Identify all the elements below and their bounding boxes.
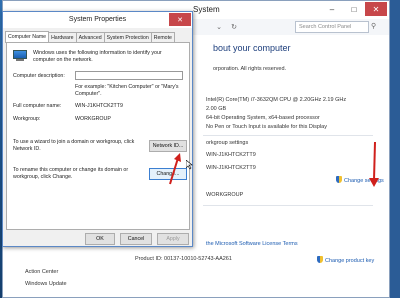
system-properties-dialog: System Properties ✕ Computer Name Hardwa…: [2, 11, 193, 247]
page-heading: bout your computer: [213, 43, 291, 53]
license-terms-link[interactable]: the Microsoft Software License Terms: [206, 241, 298, 247]
computer-name: WIN-J1KHTCK2TT9: [206, 152, 256, 158]
dialog-title: System Properties: [68, 16, 127, 23]
workgroup-name: WORKGROUP: [75, 116, 111, 122]
change-product-key-label: Change product key: [325, 258, 375, 264]
maximize-icon[interactable]: □: [343, 2, 365, 16]
nav-arrows: ⌄ ↻: [213, 21, 240, 33]
refresh-icon[interactable]: ↻: [228, 21, 240, 33]
shield-icon: [336, 176, 342, 183]
annotation-arrow-icon: [169, 153, 181, 185]
computer-icon: [13, 50, 27, 62]
full-name-value: WIN-J1KHTCK2TT9: [75, 103, 123, 109]
full-name-label: Full computer name:: [13, 103, 62, 109]
window-controls: – □ ✕: [321, 2, 387, 16]
minimize-icon[interactable]: –: [321, 2, 343, 16]
mouse-cursor-icon: [186, 160, 193, 170]
wizard-text: To use a wizard to join a domain or work…: [13, 139, 135, 152]
chevron-down-icon[interactable]: ⌄: [213, 21, 225, 33]
change-product-key-link[interactable]: Change product key: [317, 256, 374, 264]
computer-name-panel: Windows uses the following information t…: [6, 42, 190, 230]
apply-button[interactable]: Apply: [157, 233, 189, 245]
intro-text: Windows uses the following information t…: [33, 50, 162, 63]
spec-pen-touch: No Pen or Touch Input is available for t…: [206, 124, 327, 130]
divider: [203, 135, 373, 136]
close-icon[interactable]: ✕: [365, 2, 387, 16]
workgroup-label: Workgroup:: [13, 116, 41, 122]
see-also-windows-update[interactable]: Windows Update: [25, 281, 67, 287]
copyright-text: orporation. All rights reserved.: [213, 66, 287, 72]
full-computer-name: WIN-J1KHTCK2TT9: [206, 165, 256, 171]
spec-ram: 2.00 GB: [206, 106, 227, 112]
close-icon[interactable]: ✕: [169, 13, 191, 26]
spec-processor: Intel(R) Core(TM) i7-3632QM CPU @ 2.20GH…: [206, 97, 347, 103]
search-input[interactable]: Search Control Panel: [295, 21, 369, 33]
section-workgroup: orkgroup settings: [206, 140, 249, 146]
dialog-titlebar: System Properties ✕: [3, 12, 192, 28]
description-example: For example: "Kitchen Computer" or "Mary…: [75, 84, 179, 97]
rename-text: To rename this computer or change its do…: [13, 167, 129, 180]
computer-description-input[interactable]: [75, 71, 183, 80]
ok-button[interactable]: OK: [85, 233, 115, 245]
network-id-button[interactable]: Network ID...: [149, 140, 187, 152]
search-icon[interactable]: ⚲: [371, 22, 376, 30]
computer-description-label: Computer description:: [13, 73, 65, 79]
divider: [203, 205, 373, 206]
system-title: System: [193, 5, 220, 14]
workgroup-value: WORKGROUP: [206, 192, 244, 198]
product-id: Product ID: 00137-10010-52743-AA261: [135, 256, 232, 262]
shield-icon: [317, 256, 323, 263]
cancel-button[interactable]: Cancel: [120, 233, 152, 245]
annotation-arrow-icon: [369, 141, 379, 187]
see-also-action-center[interactable]: Action Center: [25, 269, 58, 275]
spec-system-type: 64-bit Operating System, x64-based proce…: [206, 115, 320, 121]
